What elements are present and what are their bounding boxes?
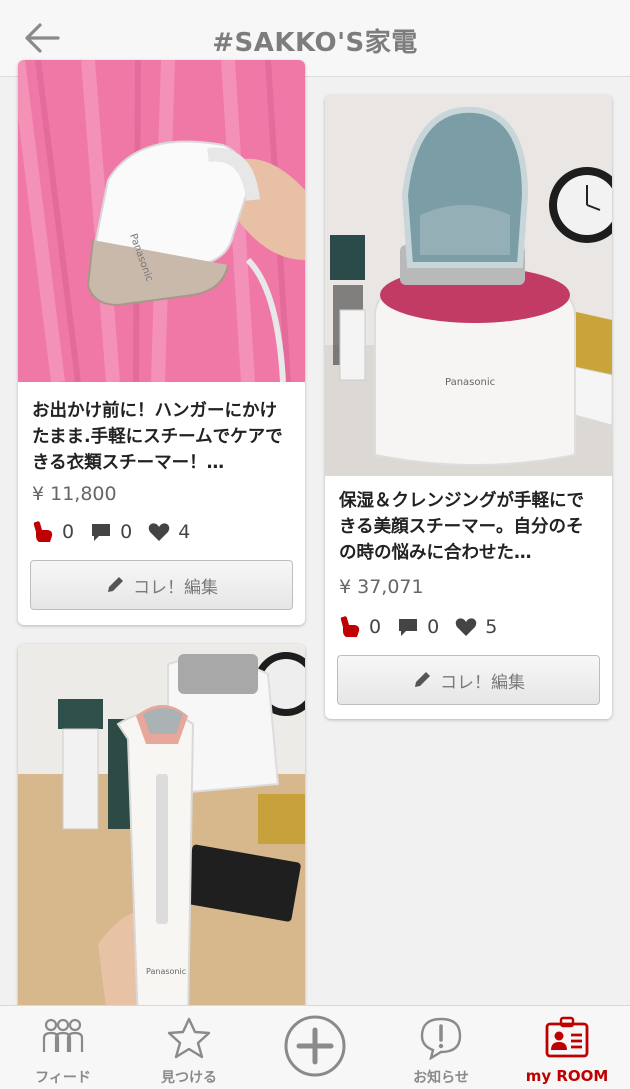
item-card-beauty-device[interactable]: Panasonic [18, 644, 305, 1024]
like-count: 4 [178, 521, 191, 543]
comment-icon[interactable] [90, 522, 112, 542]
card-price: ¥ 11,800 [32, 483, 117, 505]
id-card-icon [545, 1016, 589, 1058]
heart-icon[interactable] [148, 522, 170, 542]
edit-label: コレ！編集 [440, 672, 525, 693]
pencil-icon [108, 577, 123, 592]
bottom-tab-bar: フィード 見つける お知らせ my ROOM [0, 1005, 630, 1089]
item-card-garment-steamer[interactable]: Panasonic お出かけ前に！ハンガーにかけたまま.手軽にスチームでケアでき… [18, 60, 305, 625]
card-title: お出かけ前に！ハンガーにかけたまま.手軽にスチームでケアできる衣類スチーマー！… [32, 401, 283, 473]
card-stats: 0 0 4 [32, 519, 206, 545]
comment-count: 0 [427, 616, 440, 638]
comment-icon[interactable] [397, 617, 419, 637]
svg-text:Panasonic: Panasonic [146, 967, 186, 976]
cole-count: 0 [369, 616, 382, 638]
tab-post[interactable] [252, 1006, 378, 1089]
hand-point-icon[interactable] [339, 615, 361, 639]
exclamation-bubble-icon [420, 1017, 462, 1060]
page-title: #SAKKO'S家電 [212, 28, 418, 58]
item-card-facial-steamer[interactable]: Panasonic 保湿＆クレンジングが手軽にできる美顔スチーマー。自分のその時… [325, 95, 612, 719]
product-photo: Panasonic [18, 60, 305, 382]
edit-button[interactable]: コレ！編集 [30, 560, 293, 610]
cole-count: 0 [62, 521, 75, 543]
product-photo: Panasonic [325, 95, 612, 476]
heart-icon[interactable] [455, 617, 477, 637]
tab-discover[interactable]: 見つける [126, 1006, 252, 1089]
card-title: 保湿＆クレンジングが手軽にできる美顔スチーマー。自分のその時の悩みに合わせた… [339, 491, 584, 563]
card-stats: 0 0 5 [339, 614, 513, 640]
tab-feed-label: フィード [35, 1070, 91, 1086]
tab-feed[interactable]: フィード [0, 1006, 126, 1089]
svg-text:Panasonic: Panasonic [445, 377, 495, 388]
plus-circle-icon [284, 1015, 346, 1077]
card-price: ¥ 37,071 [339, 576, 424, 598]
edit-button[interactable]: コレ！編集 [337, 655, 600, 705]
edit-label: コレ！編集 [133, 577, 218, 598]
tab-notifications[interactable]: お知らせ [378, 1006, 504, 1089]
tab-my-room[interactable]: my ROOM [504, 1006, 630, 1089]
tab-discover-label: 見つける [161, 1070, 217, 1086]
people-icon [42, 1018, 84, 1052]
pencil-icon [415, 672, 430, 687]
comment-count: 0 [120, 521, 133, 543]
tab-notifications-label: お知らせ [413, 1070, 469, 1086]
like-count: 5 [485, 616, 498, 638]
star-icon [167, 1017, 211, 1059]
hand-point-icon[interactable] [32, 520, 54, 544]
tab-my-room-label: my ROOM [525, 1067, 609, 1085]
product-photo: Panasonic [18, 644, 305, 1024]
